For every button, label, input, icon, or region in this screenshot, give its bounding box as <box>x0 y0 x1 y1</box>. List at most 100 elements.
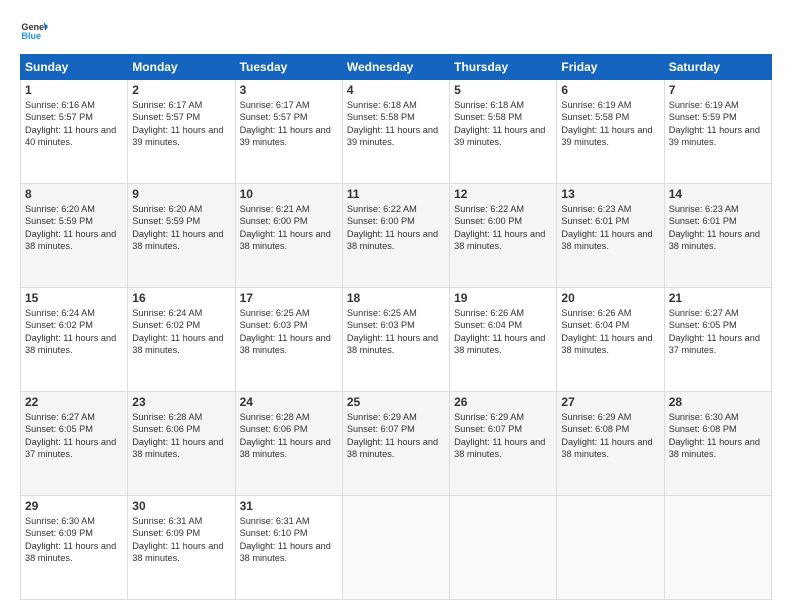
day-cell <box>450 496 557 600</box>
day-number: 15 <box>25 291 123 305</box>
day-info: Sunrise: 6:25 AMSunset: 6:03 PMDaylight:… <box>240 307 338 357</box>
day-number: 20 <box>561 291 659 305</box>
logo-icon: General Blue <box>20 16 48 44</box>
day-number: 2 <box>132 83 230 97</box>
day-cell <box>557 496 664 600</box>
day-cell: 1 Sunrise: 6:16 AMSunset: 5:57 PMDayligh… <box>21 80 128 184</box>
day-info: Sunrise: 6:22 AMSunset: 6:00 PMDaylight:… <box>454 203 552 253</box>
day-number: 10 <box>240 187 338 201</box>
day-cell: 11 Sunrise: 6:22 AMSunset: 6:00 PMDaylig… <box>342 184 449 288</box>
day-info: Sunrise: 6:21 AMSunset: 6:00 PMDaylight:… <box>240 203 338 253</box>
day-info: Sunrise: 6:28 AMSunset: 6:06 PMDaylight:… <box>240 411 338 461</box>
day-number: 30 <box>132 499 230 513</box>
day-number: 12 <box>454 187 552 201</box>
day-number: 31 <box>240 499 338 513</box>
day-info: Sunrise: 6:16 AMSunset: 5:57 PMDaylight:… <box>25 99 123 149</box>
day-number: 16 <box>132 291 230 305</box>
day-number: 17 <box>240 291 338 305</box>
day-number: 11 <box>347 187 445 201</box>
day-number: 6 <box>561 83 659 97</box>
day-info: Sunrise: 6:29 AMSunset: 6:08 PMDaylight:… <box>561 411 659 461</box>
day-number: 23 <box>132 395 230 409</box>
day-info: Sunrise: 6:20 AMSunset: 5:59 PMDaylight:… <box>132 203 230 253</box>
week-row-4: 22 Sunrise: 6:27 AMSunset: 6:05 PMDaylig… <box>21 392 772 496</box>
day-cell: 16 Sunrise: 6:24 AMSunset: 6:02 PMDaylig… <box>128 288 235 392</box>
day-cell: 27 Sunrise: 6:29 AMSunset: 6:08 PMDaylig… <box>557 392 664 496</box>
day-info: Sunrise: 6:31 AMSunset: 6:10 PMDaylight:… <box>240 515 338 565</box>
day-info: Sunrise: 6:26 AMSunset: 6:04 PMDaylight:… <box>454 307 552 357</box>
logo: General Blue <box>20 16 48 44</box>
day-cell: 26 Sunrise: 6:29 AMSunset: 6:07 PMDaylig… <box>450 392 557 496</box>
week-row-2: 8 Sunrise: 6:20 AMSunset: 5:59 PMDayligh… <box>21 184 772 288</box>
day-info: Sunrise: 6:24 AMSunset: 6:02 PMDaylight:… <box>132 307 230 357</box>
day-cell: 29 Sunrise: 6:30 AMSunset: 6:09 PMDaylig… <box>21 496 128 600</box>
day-number: 3 <box>240 83 338 97</box>
day-cell: 9 Sunrise: 6:20 AMSunset: 5:59 PMDayligh… <box>128 184 235 288</box>
day-number: 27 <box>561 395 659 409</box>
week-row-5: 29 Sunrise: 6:30 AMSunset: 6:09 PMDaylig… <box>21 496 772 600</box>
day-cell: 31 Sunrise: 6:31 AMSunset: 6:10 PMDaylig… <box>235 496 342 600</box>
day-info: Sunrise: 6:24 AMSunset: 6:02 PMDaylight:… <box>25 307 123 357</box>
day-number: 9 <box>132 187 230 201</box>
day-info: Sunrise: 6:26 AMSunset: 6:04 PMDaylight:… <box>561 307 659 357</box>
day-cell: 25 Sunrise: 6:29 AMSunset: 6:07 PMDaylig… <box>342 392 449 496</box>
day-cell: 14 Sunrise: 6:23 AMSunset: 6:01 PMDaylig… <box>664 184 771 288</box>
day-info: Sunrise: 6:30 AMSunset: 6:09 PMDaylight:… <box>25 515 123 565</box>
day-number: 22 <box>25 395 123 409</box>
day-number: 25 <box>347 395 445 409</box>
day-number: 4 <box>347 83 445 97</box>
day-cell: 28 Sunrise: 6:30 AMSunset: 6:08 PMDaylig… <box>664 392 771 496</box>
svg-text:Blue: Blue <box>21 31 41 41</box>
day-number: 7 <box>669 83 767 97</box>
day-cell <box>664 496 771 600</box>
day-cell: 5 Sunrise: 6:18 AMSunset: 5:58 PMDayligh… <box>450 80 557 184</box>
day-cell: 10 Sunrise: 6:21 AMSunset: 6:00 PMDaylig… <box>235 184 342 288</box>
day-number: 24 <box>240 395 338 409</box>
day-info: Sunrise: 6:31 AMSunset: 6:09 PMDaylight:… <box>132 515 230 565</box>
day-info: Sunrise: 6:19 AMSunset: 5:58 PMDaylight:… <box>561 99 659 149</box>
day-info: Sunrise: 6:29 AMSunset: 6:07 PMDaylight:… <box>454 411 552 461</box>
page: General Blue SundayMondayTuesdayWednesda… <box>0 0 792 612</box>
day-info: Sunrise: 6:18 AMSunset: 5:58 PMDaylight:… <box>454 99 552 149</box>
day-cell: 12 Sunrise: 6:22 AMSunset: 6:00 PMDaylig… <box>450 184 557 288</box>
day-cell: 30 Sunrise: 6:31 AMSunset: 6:09 PMDaylig… <box>128 496 235 600</box>
col-header-monday: Monday <box>128 55 235 80</box>
day-cell: 4 Sunrise: 6:18 AMSunset: 5:58 PMDayligh… <box>342 80 449 184</box>
day-cell: 7 Sunrise: 6:19 AMSunset: 5:59 PMDayligh… <box>664 80 771 184</box>
day-cell <box>342 496 449 600</box>
col-header-wednesday: Wednesday <box>342 55 449 80</box>
day-info: Sunrise: 6:17 AMSunset: 5:57 PMDaylight:… <box>132 99 230 149</box>
day-cell: 15 Sunrise: 6:24 AMSunset: 6:02 PMDaylig… <box>21 288 128 392</box>
day-number: 13 <box>561 187 659 201</box>
day-cell: 20 Sunrise: 6:26 AMSunset: 6:04 PMDaylig… <box>557 288 664 392</box>
day-info: Sunrise: 6:25 AMSunset: 6:03 PMDaylight:… <box>347 307 445 357</box>
day-info: Sunrise: 6:23 AMSunset: 6:01 PMDaylight:… <box>669 203 767 253</box>
week-row-3: 15 Sunrise: 6:24 AMSunset: 6:02 PMDaylig… <box>21 288 772 392</box>
day-cell: 24 Sunrise: 6:28 AMSunset: 6:06 PMDaylig… <box>235 392 342 496</box>
day-number: 14 <box>669 187 767 201</box>
header: General Blue <box>20 16 772 44</box>
col-header-sunday: Sunday <box>21 55 128 80</box>
day-cell: 23 Sunrise: 6:28 AMSunset: 6:06 PMDaylig… <box>128 392 235 496</box>
day-number: 19 <box>454 291 552 305</box>
day-number: 29 <box>25 499 123 513</box>
day-cell: 2 Sunrise: 6:17 AMSunset: 5:57 PMDayligh… <box>128 80 235 184</box>
day-number: 1 <box>25 83 123 97</box>
day-number: 8 <box>25 187 123 201</box>
day-info: Sunrise: 6:27 AMSunset: 6:05 PMDaylight:… <box>25 411 123 461</box>
day-cell: 17 Sunrise: 6:25 AMSunset: 6:03 PMDaylig… <box>235 288 342 392</box>
day-cell: 3 Sunrise: 6:17 AMSunset: 5:57 PMDayligh… <box>235 80 342 184</box>
col-header-thursday: Thursday <box>450 55 557 80</box>
day-info: Sunrise: 6:18 AMSunset: 5:58 PMDaylight:… <box>347 99 445 149</box>
day-number: 26 <box>454 395 552 409</box>
day-info: Sunrise: 6:28 AMSunset: 6:06 PMDaylight:… <box>132 411 230 461</box>
col-header-tuesday: Tuesday <box>235 55 342 80</box>
day-number: 21 <box>669 291 767 305</box>
day-info: Sunrise: 6:23 AMSunset: 6:01 PMDaylight:… <box>561 203 659 253</box>
day-cell: 21 Sunrise: 6:27 AMSunset: 6:05 PMDaylig… <box>664 288 771 392</box>
day-info: Sunrise: 6:20 AMSunset: 5:59 PMDaylight:… <box>25 203 123 253</box>
day-number: 18 <box>347 291 445 305</box>
day-info: Sunrise: 6:19 AMSunset: 5:59 PMDaylight:… <box>669 99 767 149</box>
day-cell: 22 Sunrise: 6:27 AMSunset: 6:05 PMDaylig… <box>21 392 128 496</box>
week-row-1: 1 Sunrise: 6:16 AMSunset: 5:57 PMDayligh… <box>21 80 772 184</box>
